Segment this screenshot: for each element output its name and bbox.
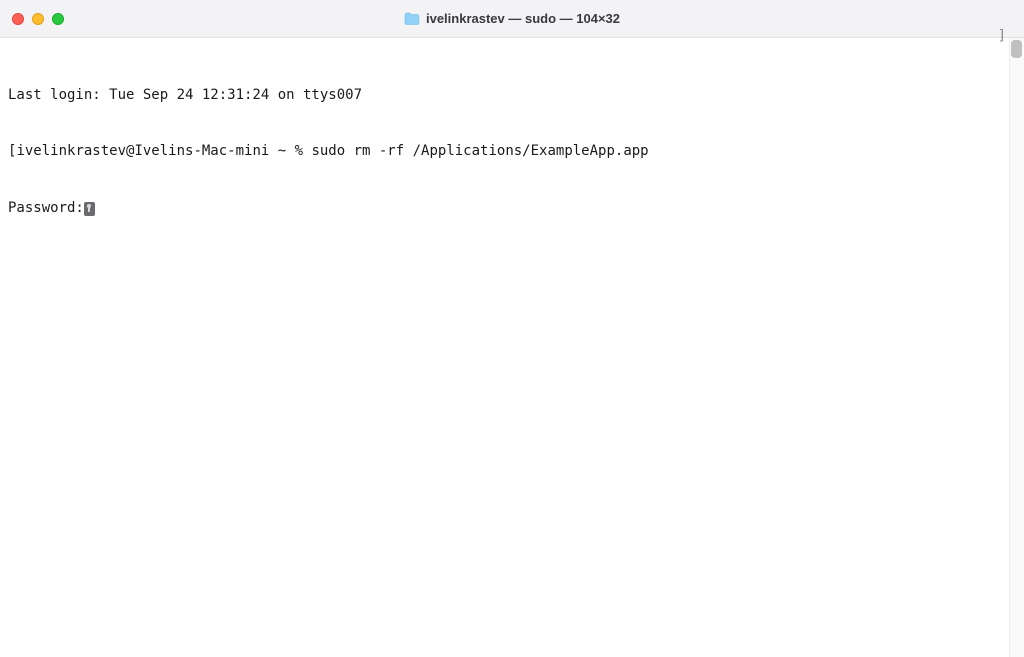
window-zoom-button[interactable] (52, 13, 64, 25)
terminal-command-text: sudo rm -rf /Applications/ExampleApp.app (311, 143, 648, 159)
terminal-last-login-line: Last login: Tue Sep 24 12:31:24 on ttys0… (8, 86, 1016, 105)
terminal-content-area[interactable]: Last login: Tue Sep 24 12:31:24 on ttys0… (0, 38, 1024, 657)
terminal-prompt: ivelinkrastev@Ivelins-Mac-mini ~ % (16, 143, 311, 159)
scrollbar-thumb[interactable] (1011, 40, 1022, 58)
window-titlebar: ivelinkrastev — sudo — 104×32 (0, 0, 1024, 38)
window-minimize-button[interactable] (32, 13, 44, 25)
vertical-scrollbar[interactable] (1009, 38, 1024, 657)
password-label: Password: (8, 200, 84, 216)
traffic-lights (12, 13, 64, 25)
terminal-password-line: Password: (8, 199, 1016, 218)
terminal-line-end-bracket: ] (998, 28, 1006, 44)
window-title: ivelinkrastev — sudo — 104×32 (404, 11, 620, 26)
terminal-command-line: [ivelinkrastev@Ivelins-Mac-mini ~ % sudo… (8, 142, 1016, 161)
key-icon (84, 202, 95, 216)
folder-icon (404, 12, 420, 25)
window-title-text: ivelinkrastev — sudo — 104×32 (426, 11, 620, 26)
window-close-button[interactable] (12, 13, 24, 25)
